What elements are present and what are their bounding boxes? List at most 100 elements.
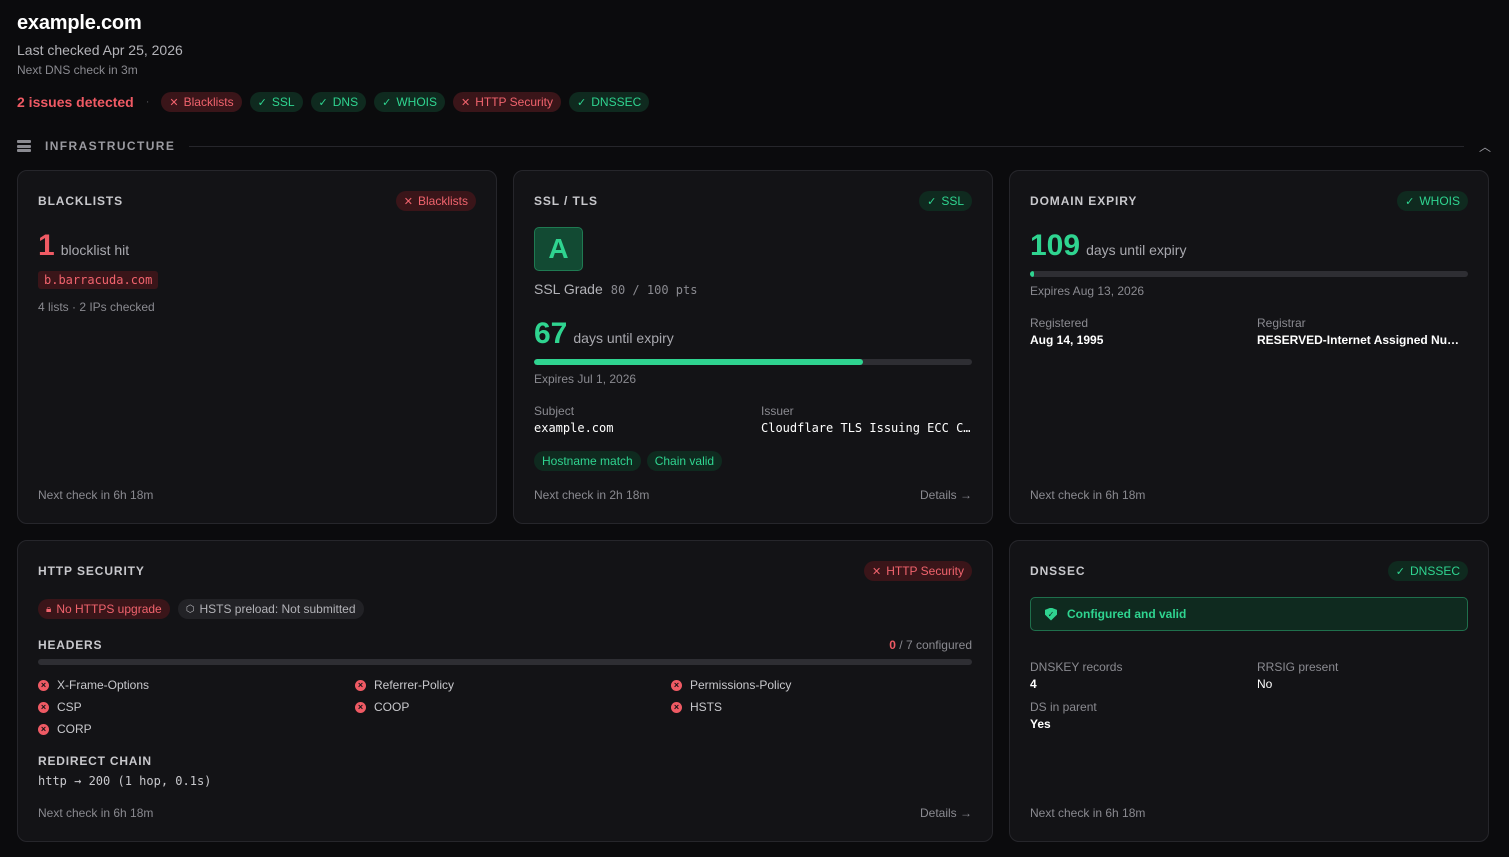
rrsig-present: RRSIG present No: [1257, 660, 1339, 691]
x-circle-icon: ×: [671, 701, 682, 713]
header-referrer-policy: × Referrer-Policy: [355, 678, 454, 692]
status-pill-dnssec[interactable]: ✓ DNSSEC: [569, 92, 650, 112]
blocklist-hit-name: b.barracuda.com: [38, 271, 159, 289]
card-title: DNSSEC: [1030, 564, 1086, 578]
header-corp: × CORP: [38, 722, 92, 736]
domain-registered: Registered Aug 14, 1995: [1030, 316, 1104, 347]
check-icon: ✓: [577, 96, 587, 109]
header-x-frame-options: × X-Frame-Options: [38, 678, 149, 692]
x-circle-icon: ×: [355, 701, 366, 713]
domain-expiry-progress-fill: [1030, 271, 1035, 277]
blocklist-hit-summary: 1 blocklist hit: [38, 231, 129, 261]
ssl-expiry-progress-fill: [534, 359, 863, 365]
header-permissions-policy: × Permissions-Policy: [671, 678, 791, 692]
x-circle-icon: ×: [38, 679, 49, 691]
domain-header: example.com Last checked Apr 25, 2026 Ne…: [17, 12, 183, 77]
card-title: HTTP SECURITY: [38, 564, 145, 578]
dnskey-records: DNSKEY records 4: [1030, 660, 1123, 691]
ssl-tags: Hostname match Chain valid: [534, 451, 728, 471]
headers-configured: 0 / 7 configured: [889, 638, 972, 652]
http-details-link[interactable]: Details →: [920, 806, 972, 820]
next-dns-check: Next DNS check in 3m: [17, 63, 138, 77]
next-check: Next check in 6h 18m: [1030, 806, 1146, 820]
check-icon: ✓: [927, 195, 937, 208]
infrastructure-section-header[interactable]: INFRASTRUCTURE ︿: [17, 136, 1492, 156]
ds-in-parent: DS in parent Yes: [1030, 700, 1097, 731]
next-check: Next check in 6h 18m: [1030, 488, 1146, 502]
last-checked: Last checked Apr 25, 2026: [17, 42, 183, 58]
status-pill-blacklists[interactable]: ✕ Blacklists: [161, 92, 242, 112]
x-circle-icon: ×: [671, 679, 682, 691]
header-coop: × COOP: [355, 700, 409, 714]
shield-check-icon: ✓: [1045, 607, 1057, 621]
blocklist-hit-label: blocklist hit: [60, 242, 130, 258]
domain-days-count: 109: [1030, 229, 1081, 262]
x-circle-icon: ×: [355, 679, 366, 691]
http-security-card: HTTP SECURITY ✕ HTTP Security 🔒︎ No HTTPS …: [17, 540, 993, 842]
tag-hostname-match: Hostname match: [534, 451, 641, 471]
ssl-grade-row: SSL Grade 80 / 100 pts: [534, 281, 697, 297]
ssl-subject: Subject example.com: [534, 404, 614, 435]
x-circle-icon: ×: [38, 701, 49, 713]
ssl-card: SSL / TLS ✓ SSL A SSL Grade 80 / 100 pts …: [513, 170, 993, 524]
ssl-badge: ✓ SSL: [919, 191, 972, 211]
ssl-days-label: days until expiry: [573, 330, 674, 346]
dnssec-status-banner: ✓ Configured and valid: [1030, 597, 1468, 631]
header-hsts: × HSTS: [671, 700, 722, 714]
x-icon: ✕: [403, 195, 413, 208]
redirect-chain-value: http → 200 (1 hop, 0.1s): [38, 774, 212, 788]
domain-registrar: Registrar RESERVED-Internet Assigned Num…: [1257, 316, 1469, 347]
ssl-expiry-progress: [534, 359, 972, 365]
tag-chain-valid: Chain valid: [646, 451, 723, 471]
whois-badge: ✓ WHOIS: [1397, 191, 1468, 211]
ssl-grade-badge: A: [534, 227, 583, 271]
ssl-days-count: 67: [534, 317, 568, 350]
check-icon: ✓: [257, 96, 267, 109]
no-https-upgrade-tag: 🔒︎ No HTTPS upgrade: [38, 599, 170, 619]
blacklists-badge: ✕ Blacklists: [395, 191, 476, 211]
lock-icon: 🔒︎: [46, 603, 52, 615]
dnssec-badge: ✓ DNSSEC: [1387, 561, 1468, 581]
shield-icon: ⬡: [185, 603, 195, 615]
server-icon: [17, 140, 31, 152]
header-csp: × CSP: [38, 700, 82, 714]
blacklists-card: BLACKLISTS ✕ Blacklists 1 blocklist hit b…: [17, 170, 497, 524]
blacklists-meta: 4 lists · 2 IPs checked: [38, 300, 155, 314]
status-pill-http-security[interactable]: ✕ HTTP Security: [453, 92, 562, 112]
check-icon: ✓: [318, 96, 328, 109]
ssl-grade-points: 80 / 100 pts: [610, 283, 698, 297]
domain-expires: Expires Aug 13, 2026: [1030, 284, 1145, 298]
dnssec-card: DNSSEC ✓ DNSSEC ✓ Configured and valid DN…: [1009, 540, 1489, 842]
status-pill-ssl[interactable]: ✓ SSL: [249, 92, 303, 112]
x-icon: ✕: [461, 96, 471, 109]
status-pill-whois[interactable]: ✓ WHOIS: [374, 92, 445, 112]
ssl-details-link[interactable]: Details →: [920, 488, 972, 502]
card-title: BLACKLISTS: [38, 194, 123, 208]
status-pill-dns[interactable]: ✓ DNS: [310, 92, 367, 112]
issues-count: 2 issues detected: [17, 94, 134, 110]
http-flags: 🔒︎ No HTTPS upgrade ⬡ HSTS preload: Not su…: [38, 599, 370, 619]
blocklist-hit-count: 1: [38, 229, 55, 262]
x-icon: ✕: [871, 565, 882, 578]
x-icon: ✕: [169, 96, 179, 109]
section-title: INFRASTRUCTURE: [45, 139, 176, 153]
headers-heading: HEADERS: [38, 638, 103, 652]
separator: ·: [145, 96, 150, 108]
ssl-issuer: Issuer Cloudflare TLS Issuing ECC C…: [761, 404, 971, 435]
status-summary: 2 issues detected · ✕ Blacklists ✓ SSL ✓ DN…: [17, 91, 657, 113]
hsts-preload-tag: ⬡ HSTS preload: Not submitted: [177, 599, 364, 619]
next-check: Next check in 6h 18m: [38, 488, 154, 502]
card-title: DOMAIN EXPIRY: [1030, 194, 1138, 208]
next-check: Next check in 2h 18m: [534, 488, 650, 502]
http-security-badge: ✕ HTTP Security: [863, 561, 972, 581]
divider: [189, 145, 1464, 147]
chevron-up-icon[interactable]: ︿: [1478, 138, 1492, 155]
ssl-expires: Expires Jul 1, 2026: [534, 372, 637, 386]
check-icon: ✓: [1395, 565, 1405, 578]
redirect-chain-heading: REDIRECT CHAIN: [38, 754, 152, 768]
domain-expiry-progress: [1030, 271, 1468, 277]
domain-title: example.com: [17, 12, 142, 34]
ssl-days-summary: 67 days until expiry: [534, 319, 674, 349]
next-check: Next check in 6h 18m: [38, 806, 154, 820]
check-icon: ✓: [1405, 195, 1415, 208]
